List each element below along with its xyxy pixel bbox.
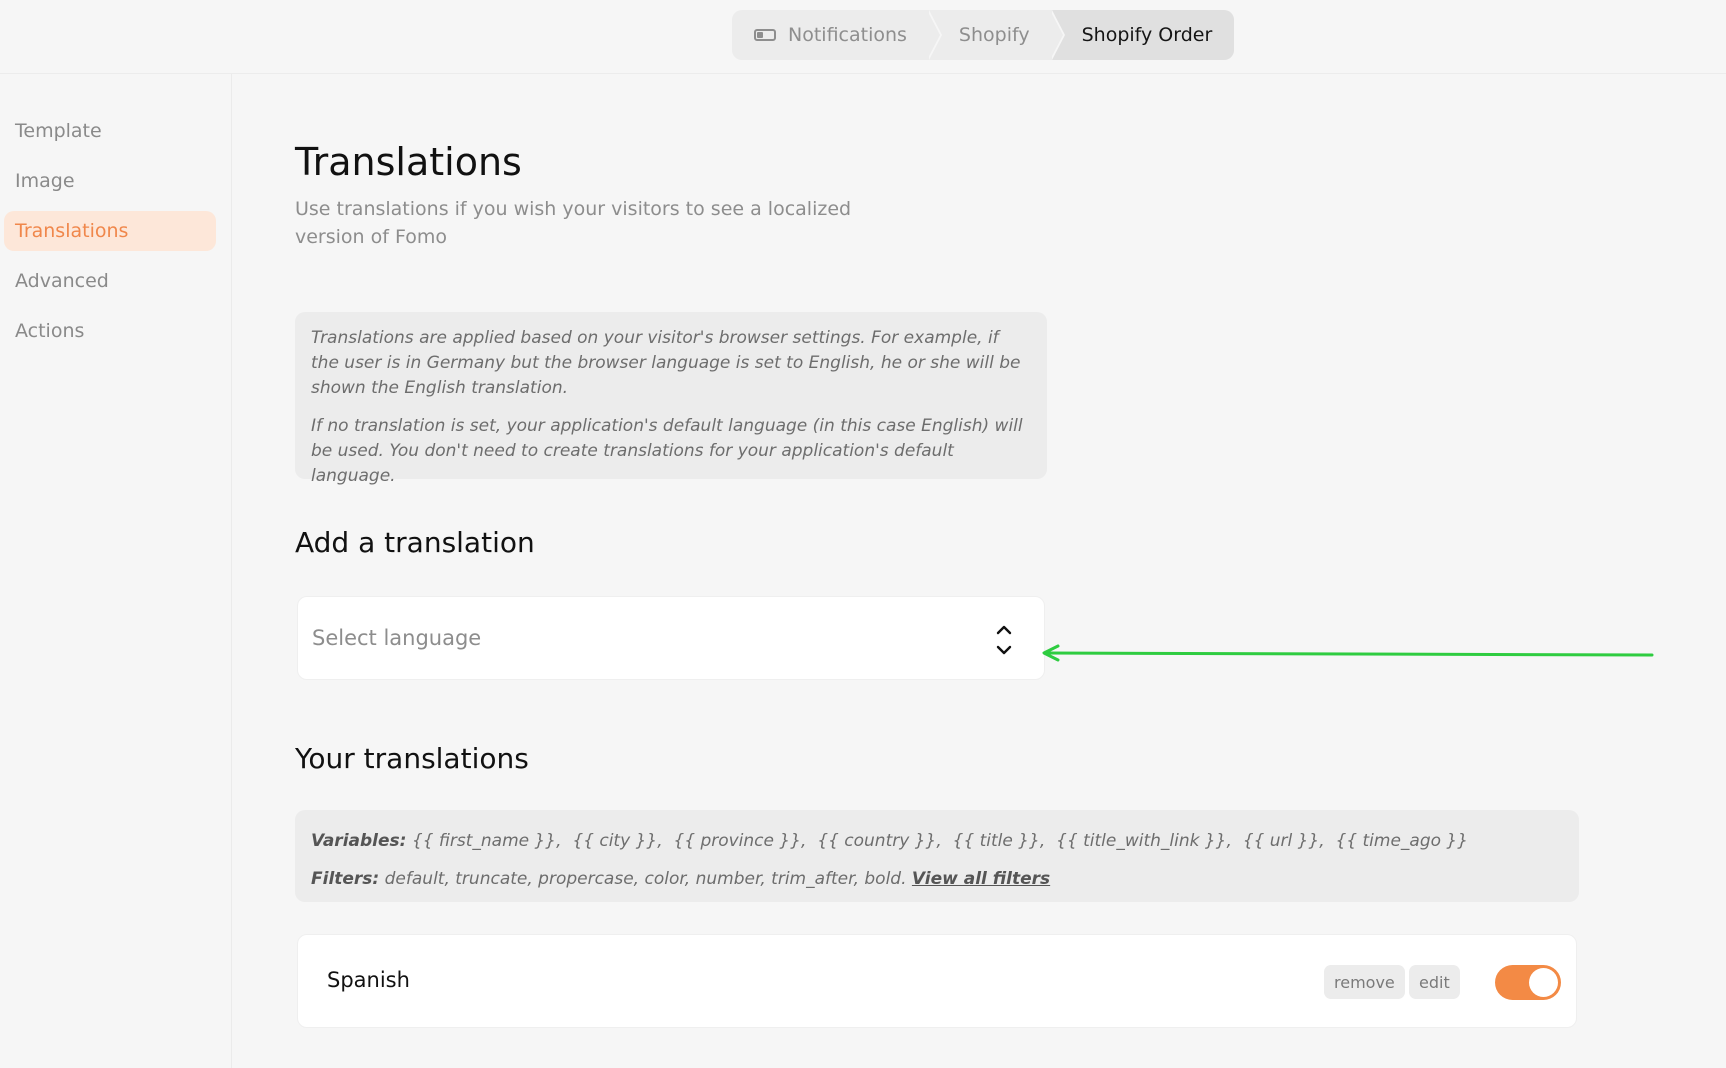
breadcrumb-shopify[interactable]: Shopify [929,10,1065,60]
your-translations-heading: Your translations [295,742,529,775]
info-box: Translations are applied based on your v… [295,312,1047,486]
top-bar: Notifications Shopify Shopify Order [0,0,1726,74]
translation-language: Spanish [327,968,410,992]
chevron-up-down-icon [996,625,1012,655]
edit-button[interactable]: edit [1409,965,1460,999]
sidebar-item-translations[interactable]: Translations [4,211,216,251]
breadcrumb-label: Shopify Order [1081,24,1213,46]
sidebar-item-image[interactable]: Image [4,161,216,201]
filters-text: default, truncate, propercase, color, nu… [384,869,907,889]
translation-enabled-toggle[interactable] [1495,965,1561,1000]
info-paragraph: If no translation is set, your applicati… [311,416,1023,486]
breadcrumb-shopify-order[interactable]: Shopify Order [1051,10,1235,60]
annotation-arrow [1042,644,1654,662]
language-select[interactable]: Select language [297,596,1045,680]
language-select-placeholder: Select language [312,626,482,650]
page-subtitle: Use translations if you wish your visito… [295,198,852,248]
sidebar-item-advanced[interactable]: Advanced [4,261,216,301]
toggle-icon [754,29,776,41]
info-paragraph: Translations are applied based on your v… [311,328,1021,398]
variables-label: Variables: [311,831,407,851]
filters-line: Filters: default, truncate, propercase, … [311,860,1563,898]
sidebar-item-template[interactable]: Template [4,111,216,151]
sidebar-item-actions[interactable]: Actions [4,311,216,351]
page-title: Translations [295,140,522,184]
breadcrumb-notifications[interactable]: Notifications [732,10,942,60]
variables-text: {{ first_name }}, {{ city }}, {{ provinc… [411,831,1469,851]
variables-line: Variables: {{ first_name }}, {{ city }},… [311,822,1563,860]
remove-button[interactable]: remove [1324,965,1405,999]
breadcrumb: Notifications Shopify Shopify Order [732,10,1235,60]
translation-row: Spanish remove edit [297,934,1577,1028]
view-all-filters-link[interactable]: View all filters [912,869,1050,889]
breadcrumb-label: Notifications [788,24,907,46]
variables-box: Variables: {{ first_name }}, {{ city }},… [295,810,1579,902]
filters-label: Filters: [311,869,380,889]
add-translation-heading: Add a translation [295,526,535,559]
breadcrumb-label: Shopify [958,24,1030,46]
sidebar: Template Image Translations Advanced Act… [0,74,232,1068]
